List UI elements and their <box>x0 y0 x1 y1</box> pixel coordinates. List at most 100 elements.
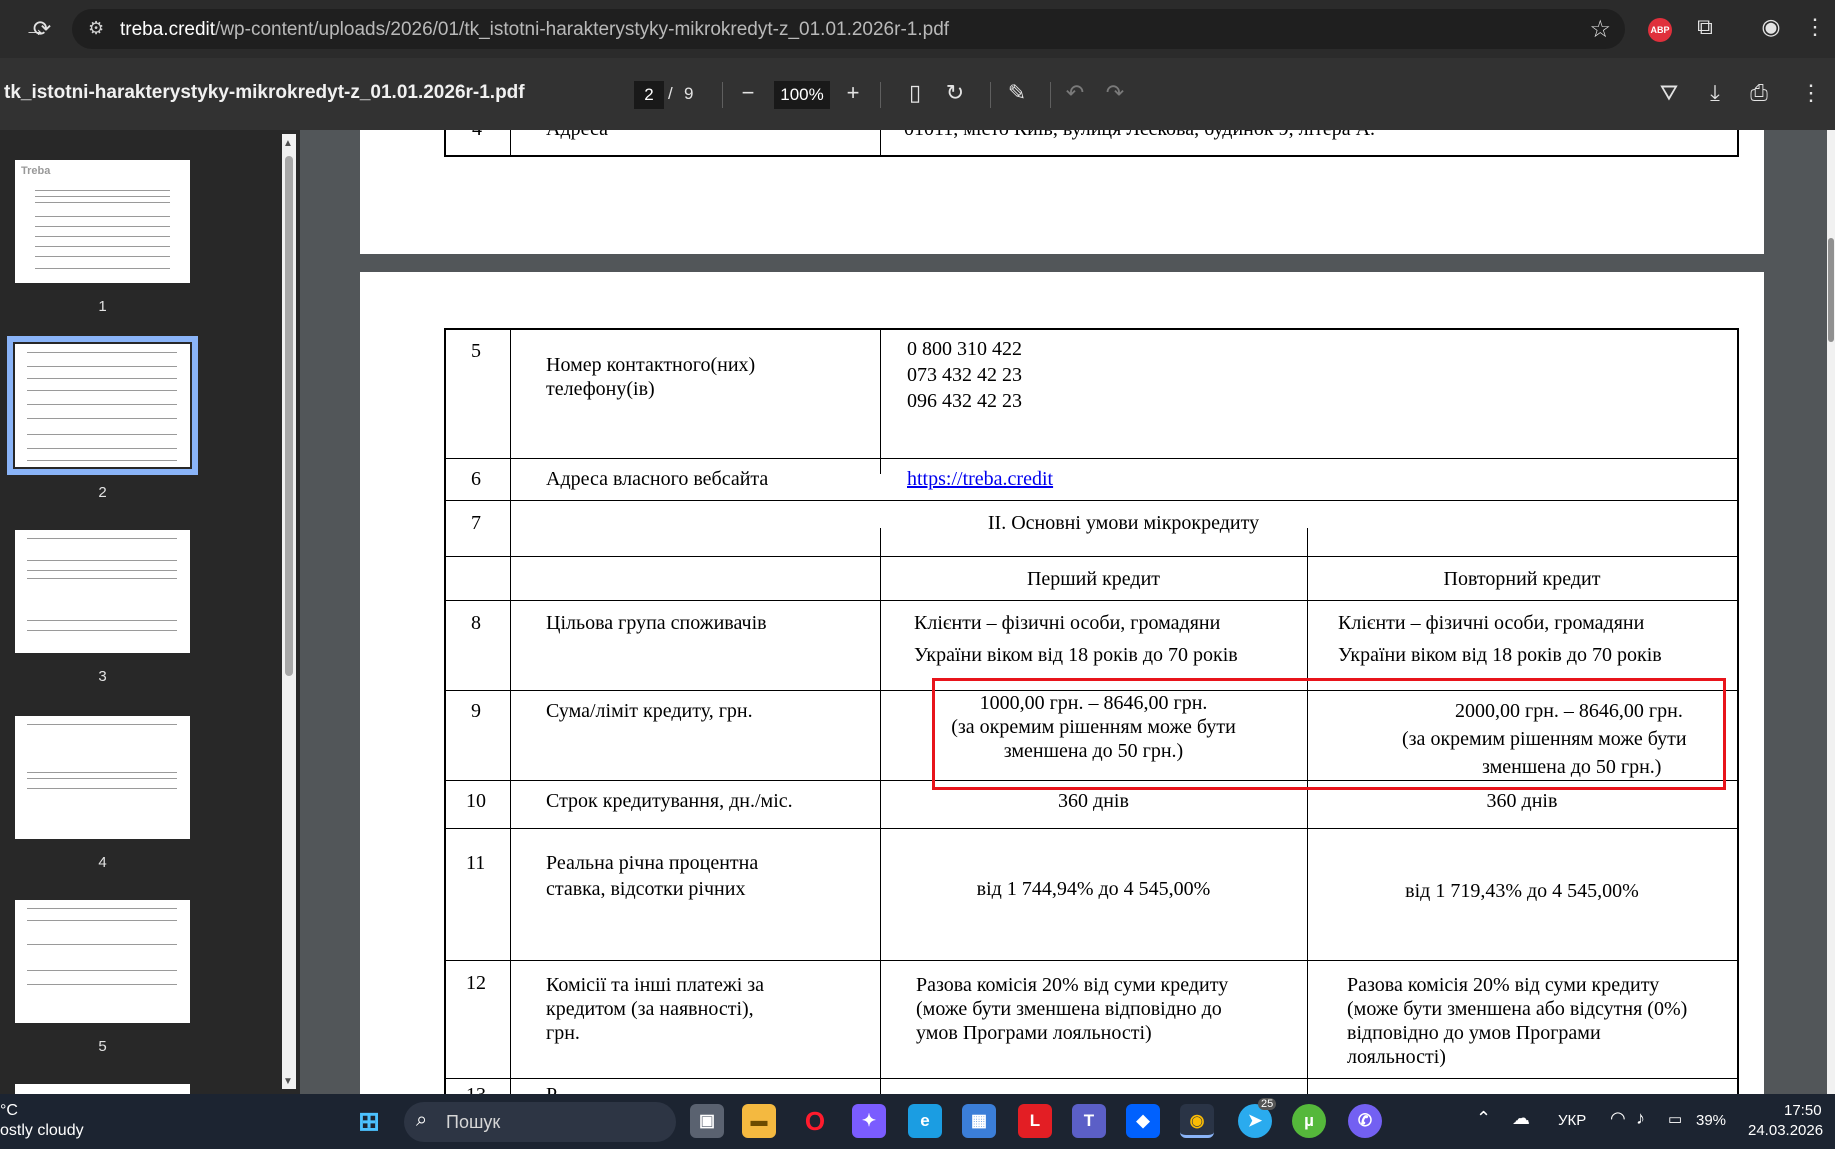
teams-icon[interactable]: T <box>1072 1104 1106 1138</box>
telegram-badge: 25 <box>1258 1098 1277 1110</box>
website-link[interactable]: https://treba.credit <box>907 468 1053 492</box>
thumbnail-page-1[interactable]: Treba <box>15 160 190 283</box>
menu-dots-icon[interactable]: ⋮ <box>1800 14 1830 40</box>
phone-3: 096 432 42 23 <box>907 390 1022 412</box>
repeat-credit-term: 360 днів <box>1486 790 1558 812</box>
thumbnail-number: 5 <box>98 1038 107 1055</box>
reload-icon[interactable]: ⟳ <box>27 14 57 44</box>
windows-start-icon[interactable]: ⊞ <box>352 1104 386 1138</box>
page-total: 9 <box>684 84 694 103</box>
site-info-icon[interactable]: ⚙ <box>88 18 104 39</box>
adblock-extension-icon[interactable]: ABP <box>1648 18 1672 42</box>
scroll-up-icon[interactable]: ▲ <box>283 138 293 149</box>
repeat-credit-fee: відповідно до умов Програми <box>1347 1022 1601 1044</box>
l-app-icon[interactable]: L <box>1018 1104 1052 1138</box>
battery-icon[interactable]: ▭ <box>1668 1110 1682 1128</box>
utorrent-icon[interactable]: µ <box>1292 1104 1326 1138</box>
tray-chevron-icon[interactable]: ⌃ <box>1476 1108 1491 1129</box>
store-icon[interactable]: ▦ <box>962 1104 996 1138</box>
first-credit-text: України віком від 18 років до 70 років <box>914 644 1238 666</box>
thumbnail-number: 4 <box>98 854 107 871</box>
row-label: Адреса <box>546 130 608 142</box>
row-number: 5 <box>471 340 481 362</box>
scroll-down-icon[interactable]: ▼ <box>283 1076 293 1087</box>
zoom-level-input[interactable]: 100% <box>774 81 830 109</box>
language-indicator[interactable]: УКР <box>1558 1112 1586 1129</box>
first-credit-fee: умов Програми лояльності) <box>916 1022 1152 1044</box>
fit-page-icon[interactable]: ▯ <box>900 78 930 108</box>
repeat-credit-fee: (може бути зменшена або відсутня (0%) <box>1347 998 1688 1020</box>
first-credit-term: 360 днів <box>1058 790 1129 812</box>
task-view-icon[interactable]: ▣ <box>690 1104 724 1138</box>
copilot-icon[interactable]: ✦ <box>852 1104 886 1138</box>
first-credit-fee: Разова комісія 20% від суми кредиту <box>916 974 1229 996</box>
url-host: treba.credit <box>120 19 216 40</box>
row-label: Номер контактного(них) телефону(ів) <box>546 354 756 400</box>
thumbnail-page-6[interactable] <box>15 1084 190 1094</box>
sidebar-scrollbar[interactable]: ▲ ▼ <box>282 134 296 1089</box>
repeat-credit-text: України віком від 18 років до 70 років <box>1338 644 1662 666</box>
row-label: Реальна річна процентна <box>546 852 759 874</box>
address-bar[interactable]: ⚙ treba.credit/wp-content/uploads/2026/0… <box>72 9 1625 49</box>
page-separator: / <box>668 84 673 103</box>
redo-icon[interactable]: ↷ <box>1100 78 1130 108</box>
row-number: 12 <box>466 972 486 994</box>
repeat-credit-fee: Разова комісія 20% від суми кредиту <box>1347 974 1660 996</box>
windows-taskbar: °C ostly cloudy ⊞ ⌕ Пошук ▣ ▬ O ✦ e ▦ L … <box>0 1094 1835 1149</box>
pdf-toolbar: tk_istotni-harakterystyky-mikrokredyt-z_… <box>0 58 1835 130</box>
pdf-viewer: 4 Адреса 01011, місто Київ, вулиця Лєско… <box>300 130 1835 1094</box>
thumbnail-sidebar: Treba 1 2 3 4 5 ▲ ▼ <box>0 130 300 1094</box>
dropbox-icon[interactable]: ◆ <box>1126 1104 1160 1138</box>
weather-widget[interactable]: °C ostly cloudy <box>0 1101 84 1141</box>
taskbar-search[interactable]: ⌕ Пошук <box>404 1102 676 1142</box>
thumbnail-page-4[interactable] <box>15 716 190 839</box>
row-number: 4 <box>472 130 482 142</box>
edge-icon[interactable]: e <box>908 1104 942 1138</box>
print-icon[interactable]: ⎙ <box>1744 78 1774 108</box>
profile-icon[interactable]: ◉ <box>1756 14 1786 40</box>
sidebar-scroll-thumb[interactable] <box>285 156 293 676</box>
row-number: 11 <box>466 852 486 874</box>
viewer-scroll-thumb[interactable] <box>1828 238 1834 342</box>
file-explorer-icon[interactable]: ▬ <box>742 1104 776 1138</box>
row-label: Цільова група споживачів <box>546 612 767 634</box>
clock-date[interactable]: 24.03.2026 <box>1748 1122 1823 1139</box>
cloud-icon[interactable]: ☁ <box>1512 1108 1530 1129</box>
zoom-in-icon[interactable]: + <box>838 78 868 108</box>
save-drive-icon[interactable]: ⛛ <box>1654 78 1684 108</box>
repeat-credit-text: Клієнти – фізичні особи, громадяни <box>1338 612 1645 634</box>
chrome-icon[interactable]: ◉ <box>1180 1104 1214 1138</box>
row-label: Р... <box>546 1084 570 1094</box>
toolbar-divider <box>1050 82 1051 108</box>
column-head-first-credit: Перший кредит <box>1026 568 1161 590</box>
row-number: 10 <box>466 790 486 812</box>
weather-desc: ostly cloudy <box>0 1122 84 1139</box>
undo-icon[interactable]: ↶ <box>1060 78 1090 108</box>
opera-icon[interactable]: O <box>798 1104 832 1138</box>
first-credit-text: Клієнти – фізичні особи, громадяни <box>914 612 1221 634</box>
annotate-pen-icon[interactable]: ✎ <box>1002 78 1032 108</box>
row-label: кредитом (за наявності), <box>546 998 754 1020</box>
wifi-icon[interactable]: ◠ <box>1610 1108 1626 1129</box>
more-actions-icon[interactable]: ⋮ <box>1796 78 1826 108</box>
first-credit-rate: від 1 744,94% до 4 545,00% <box>976 878 1211 900</box>
browser-toolbar: → ⟳ ⚙ treba.credit/wp-content/uploads/20… <box>0 0 1835 58</box>
toolbar-divider <box>722 82 723 108</box>
clock-time[interactable]: 17:50 <box>1784 1102 1822 1119</box>
bookmark-star-icon[interactable]: ☆ <box>1589 15 1611 44</box>
thumbnail-page-3[interactable] <box>15 530 190 653</box>
extensions-puzzle-icon[interactable]: ⧉ <box>1690 14 1720 40</box>
thumbnail-page-2[interactable] <box>7 336 198 475</box>
thumbnail-page-5[interactable] <box>15 900 190 1023</box>
row-label: ставка, відсотки річних <box>546 878 746 900</box>
volume-icon[interactable]: ♪ <box>1636 1108 1645 1129</box>
viewer-scrollbar[interactable] <box>1827 130 1835 1094</box>
pdf-page-1: 4 Адреса 01011, місто Київ, вулиця Лєско… <box>360 130 1764 254</box>
row-number: 13 <box>466 1084 486 1094</box>
download-icon[interactable]: ⤓ <box>1700 78 1730 108</box>
page-number-input[interactable]: 2 <box>634 81 664 109</box>
rotate-icon[interactable]: ↻ <box>940 78 970 108</box>
viber-icon[interactable]: ✆ <box>1348 1104 1382 1138</box>
repeat-credit-rate: від 1 719,43% до 4 545,00% <box>1405 880 1639 902</box>
zoom-out-icon[interactable]: − <box>733 78 763 108</box>
